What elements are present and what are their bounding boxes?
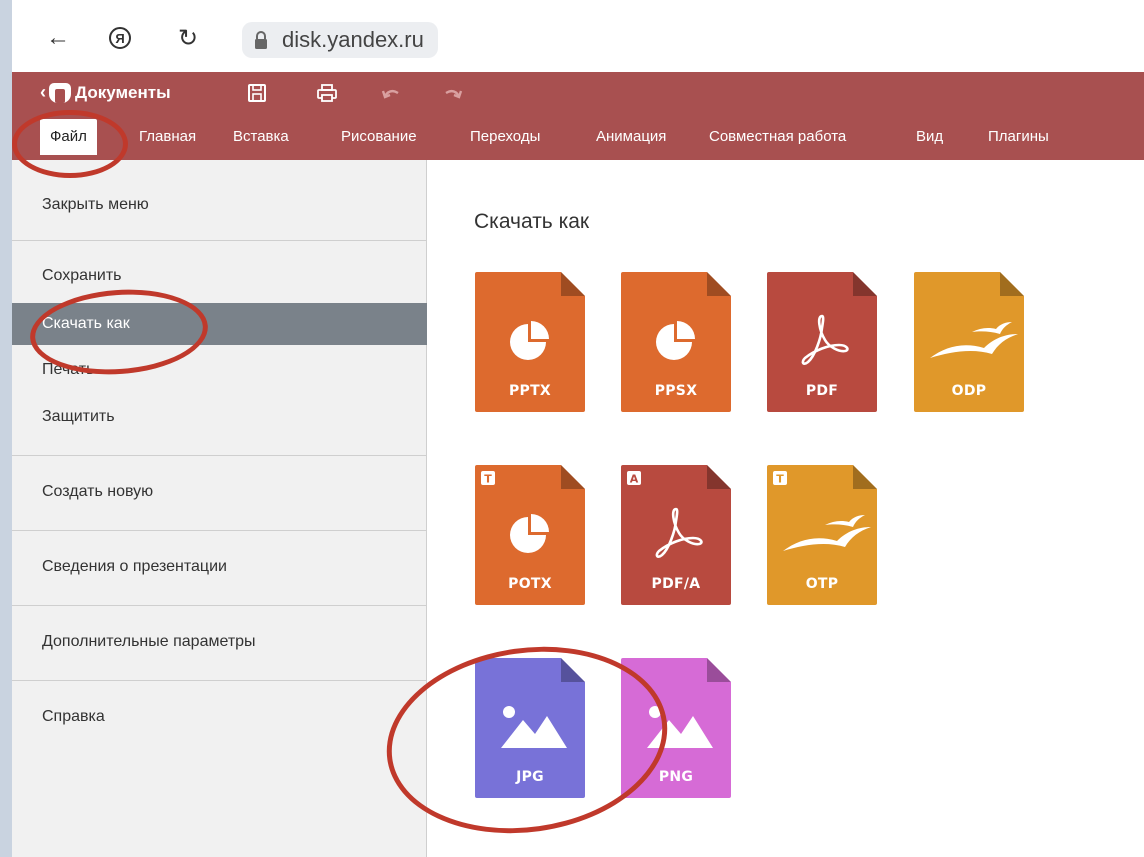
format-badge: T — [484, 473, 492, 486]
tab-file[interactable]: Файл — [40, 119, 97, 155]
reload-icon[interactable]: ↻ — [172, 22, 204, 54]
save-icon[interactable] — [246, 82, 268, 104]
menu-divider — [12, 240, 427, 241]
url-text: disk.yandex.ru — [282, 27, 424, 52]
format-pdfa-button[interactable]: A PDF/A — [621, 465, 731, 605]
back-to-documents-button[interactable]: ‹ Документы — [40, 82, 171, 103]
tab-home[interactable]: Главная — [139, 128, 196, 145]
main-menu-tabs: Файл Главная Вставка Рисование Переходы … — [12, 114, 1144, 160]
tab-insert[interactable]: Вставка — [233, 128, 289, 145]
menu-print[interactable]: Печать — [12, 349, 427, 391]
documents-title: Документы — [75, 82, 171, 102]
format-label: OTP — [805, 576, 839, 592]
arrow-left-icon[interactable]: ← — [42, 22, 74, 54]
yandex-glyph: Я — [115, 30, 125, 46]
tab-draw[interactable]: Рисование — [341, 128, 417, 145]
format-label: PDF/A — [651, 576, 701, 592]
format-label: PPSX — [654, 383, 698, 399]
lock-icon — [255, 31, 267, 49]
tab-collaboration[interactable]: Совместная работа — [709, 128, 846, 145]
format-odp-button[interactable]: ODP — [914, 272, 1024, 412]
format-ppsx-button[interactable]: PPSX — [621, 272, 731, 412]
format-otp-button[interactable]: T OTP — [767, 465, 877, 605]
undo-icon[interactable] — [380, 82, 402, 104]
yandex-logo-icon[interactable]: Я — [104, 22, 136, 54]
format-label: POTX — [508, 576, 552, 592]
tab-transitions[interactable]: Переходы — [470, 128, 540, 145]
redo-icon[interactable] — [442, 82, 464, 104]
menu-download-as[interactable]: Скачать как — [12, 303, 427, 345]
menu-close[interactable]: Закрыть меню — [12, 184, 427, 226]
format-jpg-button[interactable]: JPG — [475, 658, 585, 798]
menu-save[interactable]: Сохранить — [12, 255, 427, 297]
address-bar[interactable]: disk.yandex.ru — [242, 22, 438, 58]
format-label: JPG — [516, 769, 544, 785]
download-as-title: Скачать как — [474, 210, 590, 233]
menu-help[interactable]: Справка — [12, 696, 427, 738]
tab-animation[interactable]: Анимация — [596, 128, 666, 145]
tab-plugins[interactable]: Плагины — [988, 128, 1049, 145]
browser-toolbar: ← Я ↻ disk.yandex.ru — [12, 0, 1144, 72]
format-potx-button[interactable]: T POTX — [475, 465, 585, 605]
print-icon[interactable] — [316, 82, 338, 104]
menu-presentation-info[interactable]: Сведения о презентации — [12, 546, 427, 588]
app-header: ‹ Документы Файл Главная Вставка Рисован… — [12, 72, 1144, 160]
format-label: ODP — [951, 383, 987, 399]
format-label: PPTX — [508, 383, 552, 399]
menu-protect[interactable]: Защитить — [12, 396, 427, 438]
file-menu-panel: Закрыть меню Сохранить Скачать как Печат… — [12, 160, 427, 857]
format-pptx-button[interactable]: PPTX — [475, 272, 585, 412]
format-badge: T — [776, 473, 784, 486]
tab-view[interactable]: Вид — [916, 128, 943, 145]
menu-divider — [12, 680, 427, 681]
format-png-button[interactable]: PNG — [621, 658, 731, 798]
menu-divider — [12, 605, 427, 606]
format-label: PNG — [658, 769, 694, 785]
title-row: ‹ Документы — [12, 72, 1144, 114]
format-pdf-button[interactable]: PDF — [767, 272, 877, 412]
menu-advanced-settings[interactable]: Дополнительные параметры — [12, 621, 427, 663]
menu-divider — [12, 455, 427, 456]
documents-logo-icon — [49, 82, 71, 103]
format-label: PDF — [805, 383, 839, 399]
chevron-left-icon: ‹ — [40, 82, 46, 102]
format-badge: A — [630, 473, 639, 486]
window-edge — [0, 0, 12, 857]
menu-create-new[interactable]: Создать новую — [12, 471, 427, 513]
menu-divider — [12, 530, 427, 531]
